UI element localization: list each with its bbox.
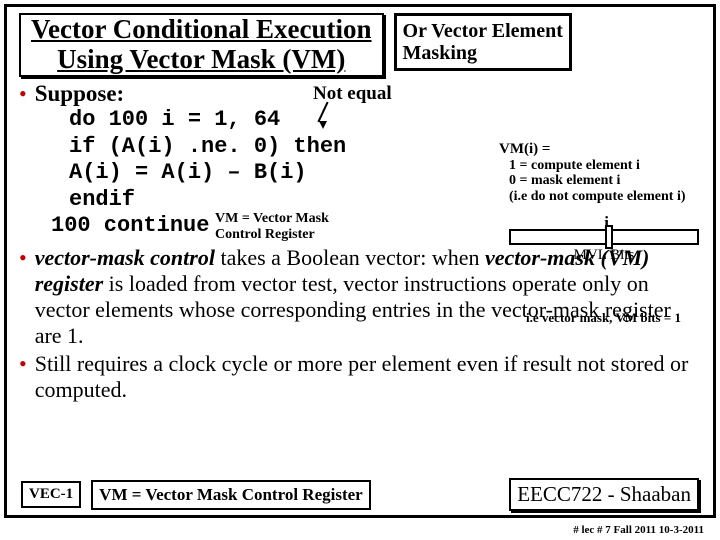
page-footer: # lec # 7 Fall 2011 10-3-2011	[573, 524, 704, 536]
alt-title-box: Or Vector Element Masking	[394, 13, 572, 71]
vm-side-hdr: VM(i) =	[499, 141, 707, 158]
bullet-list: • vector-mask control takes a Boolean ve…	[19, 245, 701, 403]
suppose-label: Suppose:	[35, 81, 124, 107]
b1-tiny: i.e vector mask, VM bits = 1	[526, 310, 681, 325]
title-line-2: Using Vector Mask (VM)	[57, 44, 345, 74]
bullet-icon: •	[19, 247, 27, 269]
vm-footer-box: VM = Vector Mask Control Register	[91, 480, 371, 510]
header-row: Vector Conditional Execution Using Vecto…	[19, 13, 701, 77]
course-box: EECC722 - Shaaban	[509, 478, 699, 511]
vm-caption-l1: VM = Vector Mask	[215, 211, 329, 226]
vec-tag: VEC-1	[21, 481, 81, 508]
vm-caption-l2: Control Register	[215, 227, 315, 242]
bullet-1-text: vector-mask control takes a Boolean vect…	[35, 245, 701, 349]
b1-pre: vector-mask control	[35, 245, 221, 270]
alt-line-1: Or Vector Element	[403, 20, 563, 42]
vm-side-legend: VM(i) = 1 = compute element i 0 = mask e…	[499, 141, 707, 204]
arrow-head-icon	[319, 121, 327, 129]
bullet-icon: •	[19, 83, 27, 105]
vm-side-s3: (i.e do not compute element i)	[509, 189, 707, 204]
b1-mid: takes a Boolean vector: when	[220, 245, 485, 270]
footer-row: VEC-1 VM = Vector Mask Control Register …	[21, 478, 699, 511]
vm-side-s2: 0 = mask element i	[509, 173, 707, 188]
not-equal-label: Not equal	[313, 83, 392, 105]
bullet-2-text: Still requires a clock cycle or more per…	[35, 351, 701, 403]
code-block-wrap: Not equal do 100 i = 1, 64 if (A(i) .ne.…	[19, 107, 701, 239]
main-title-box: Vector Conditional Execution Using Vecto…	[19, 13, 384, 77]
title-line-1: Vector Conditional Execution	[31, 14, 372, 44]
vm-caption: VM = Vector Mask Control Register	[215, 211, 329, 242]
bullet-icon: •	[19, 353, 27, 375]
alt-line-2: Masking	[403, 42, 477, 64]
vm-side-s1: 1 = compute element i	[509, 158, 707, 173]
code-line-1: do 100 i = 1, 64	[69, 107, 701, 133]
